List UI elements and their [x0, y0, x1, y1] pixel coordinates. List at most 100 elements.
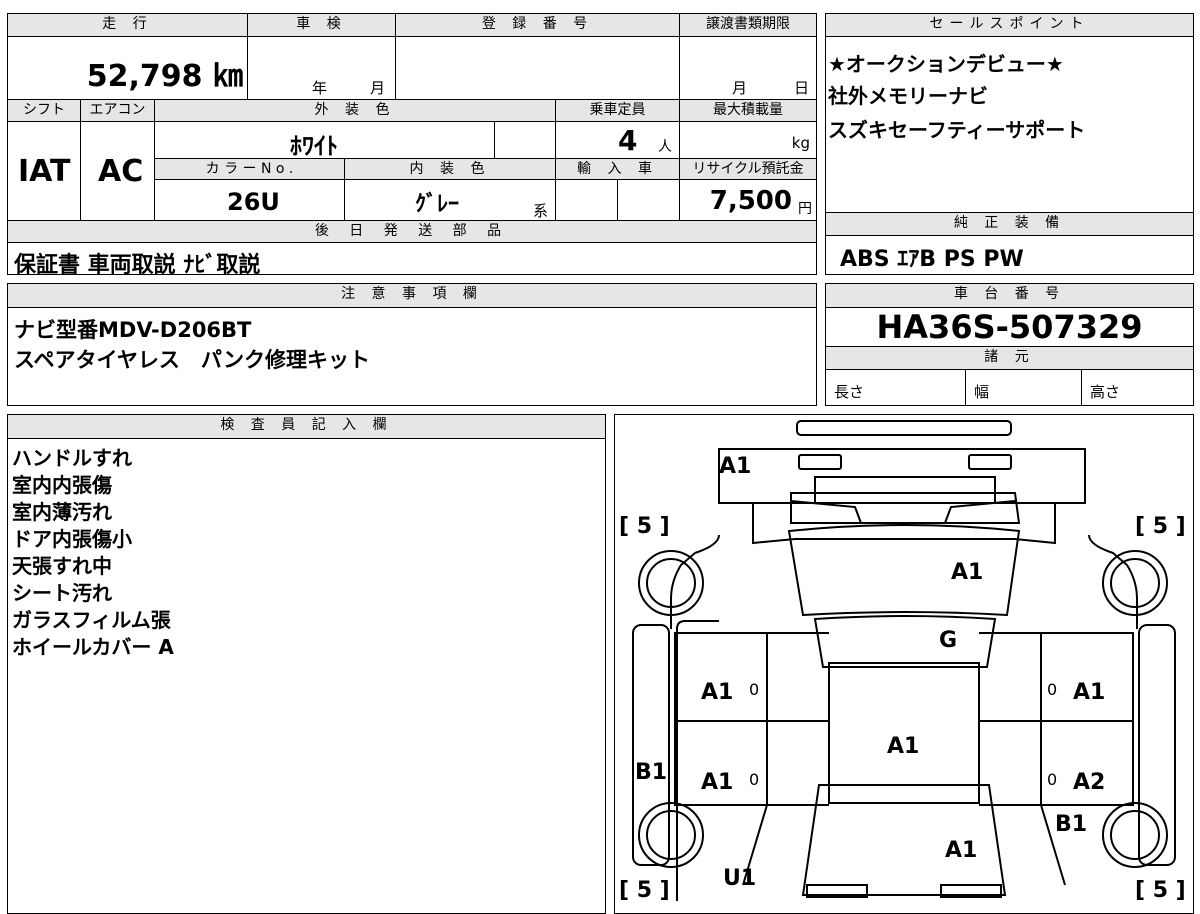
inspector-line-4: ドア内張傷小: [12, 527, 132, 551]
spec-length-label: 長さ: [834, 383, 865, 401]
specs-row: 長さ 幅 高さ: [826, 369, 1193, 406]
chassis-box: 車 台 番 号 HA36S-507329 諸 元 長さ 幅 高さ: [825, 283, 1194, 406]
recycle-unit: 円: [798, 201, 812, 217]
max-load-unit: kg: [791, 134, 810, 152]
mileage-value: 52,798 ㎞: [86, 59, 243, 94]
door-mark-lf: 0: [749, 680, 759, 699]
capacity-cell: 4 人: [555, 121, 680, 159]
mileage-cell: 52,798 ㎞: [7, 36, 248, 100]
tire-fr-label: [ 5 ]: [1135, 514, 1186, 539]
spec-width-label: 幅: [974, 383, 990, 401]
vehicle-info-table: 走 行 車 検 登 録 番 号 譲渡書類期限 52,798 ㎞ 年 月 月 日 …: [7, 13, 817, 278]
inspector-header: 検 査 員 記 入 欄: [8, 415, 605, 439]
aircon-cell: AC: [80, 121, 155, 221]
color-no-header: カ ラ ー N o .: [154, 158, 345, 180]
capacity-header: 乗車定員: [555, 99, 680, 122]
later-parts-cell: 保証書 車両取説 ﾅﾋﾞ取説: [7, 242, 817, 278]
interior-color-cell: ｸﾞﾚｰ 系: [344, 179, 556, 221]
exterior-color-header: 外 装 色: [154, 99, 556, 122]
color-no-cell: 26U: [154, 179, 345, 221]
later-parts-value: 保証書 車両取説 ﾅﾋﾞ取説: [14, 253, 261, 278]
recycle-cell: 7,500 円: [679, 179, 817, 221]
sales-point-3: スズキセーフティーサポート: [828, 118, 1086, 142]
spec-width-cell: 幅: [966, 369, 1082, 406]
specs-header: 諸 元: [826, 346, 1193, 370]
right-front-door-grade: A1: [1073, 680, 1105, 705]
right-rear-fender-grade: B1: [1055, 812, 1087, 837]
inspection-year-unit: 年: [312, 79, 328, 97]
shift-header: シフト: [7, 99, 81, 122]
hood-grade: A1: [951, 560, 983, 585]
car-diagram-box: [ 5 ] [ 5 ] [ 5 ] [ 5 ] A1 A1 G A1 A1 A1…: [614, 414, 1194, 914]
tire-rr-label: [ 5 ]: [1135, 878, 1186, 901]
diagram-right-sill: [1138, 624, 1176, 866]
recycle-header: リサイクル預託金: [679, 158, 817, 180]
diagram-center-body: [828, 662, 980, 804]
inspection-month-unit: 月: [370, 79, 386, 97]
exterior-color-value: ﾎﾜｲﾄ: [290, 132, 338, 160]
notes-line-2: スペアタイヤレス パンク修理キット: [14, 348, 370, 372]
diagram-right-front-door: [1040, 632, 1134, 722]
tire-fl-label: [ 5 ]: [619, 514, 670, 539]
inspector-line-8: ホイールカバー A: [12, 635, 174, 659]
right-rear-door-grade: A2: [1073, 770, 1105, 795]
left-sill-grade: B1: [635, 760, 667, 785]
sales-points-box: セールスポイント ★オークションデビュー★ 社外メモリーナビ スズキセーフティー…: [825, 13, 1194, 213]
exterior-color-cell: ﾎﾜｲﾄ: [154, 121, 495, 160]
notes-box: 注 意 事 項 欄 ナビ型番MDV-D206BT スペアタイヤレス パンク修理キ…: [7, 283, 817, 406]
recycle-value: 7,500: [709, 186, 792, 216]
sales-points-header: セールスポイント: [826, 14, 1193, 37]
chassis-header: 車 台 番 号: [826, 284, 1193, 308]
inspector-box: 検 査 員 記 入 欄 ハンドルすれ 室内内張傷 室内薄汚れ ドア内張傷小 天張…: [7, 414, 606, 914]
left-rear-door-grade: A1: [701, 770, 733, 795]
inspector-line-7: ガラスフィルム張: [12, 608, 171, 632]
genuine-equipment-value: ABS ｴｱB PS PW: [840, 247, 1024, 272]
import-header: 輸 入 車: [555, 158, 680, 180]
shift-value: IAT: [18, 154, 71, 189]
max-load-cell: kg: [679, 121, 817, 159]
import-cell-b: [617, 179, 680, 221]
max-load-header: 最大積載量: [679, 99, 817, 122]
inspector-line-1: ハンドルすれ: [12, 446, 132, 470]
capacity-unit: 人: [658, 139, 672, 155]
mileage-header: 走 行: [7, 13, 248, 37]
rear-hatch-grade: A1: [945, 838, 977, 863]
front-bumper-grade: A1: [719, 454, 751, 479]
interior-color-header: 内 装 色: [344, 158, 556, 180]
inspector-line-6: シート汚れ: [12, 581, 112, 605]
diagram-left-sill: [632, 624, 670, 866]
sales-point-1: ★オークションデビュー★: [828, 52, 1064, 76]
notes-line-1: ナビ型番MDV-D206BT: [14, 318, 252, 342]
diagram-front-bumper: [718, 448, 1086, 504]
inspector-line-5: 天張すれ中: [12, 554, 112, 578]
roof-grade: A1: [887, 734, 919, 759]
later-parts-header: 後 日 発 送 部 品: [7, 220, 817, 243]
diagram-wheel-rl: [638, 802, 704, 868]
registration-header: 登 録 番 号: [395, 13, 680, 37]
interior-color-suffix: 系: [533, 202, 549, 220]
car-diagram: [ 5 ] [ 5 ] [ 5 ] [ 5 ] A1 A1 G A1 A1 A1…: [619, 420, 1186, 901]
diagram-wheel-rr: [1102, 802, 1168, 868]
notes-header: 注 意 事 項 欄: [8, 284, 816, 308]
genuine-equipment-box: 純 正 装 備 ABS ｴｱB PS PW: [825, 212, 1194, 275]
transfer-deadline-header: 譲渡書類期限: [679, 13, 817, 37]
left-front-door-grade: A1: [701, 680, 733, 705]
color-no-value: 26U: [227, 188, 280, 216]
aircon-value: AC: [98, 154, 144, 189]
tire-rl-label: [ 5 ]: [619, 878, 670, 901]
rear-left-grade: U1: [723, 866, 756, 891]
spec-height-label: 高さ: [1090, 383, 1121, 401]
door-mark-lr: 0: [749, 770, 759, 789]
registration-cell: [395, 36, 680, 100]
diagram-headlight-right: [968, 454, 1012, 470]
windshield-grade: G: [939, 628, 957, 653]
spec-height-cell: 高さ: [1082, 369, 1194, 406]
door-mark-rr: 0: [1047, 770, 1057, 789]
interior-color-value: ｸﾞﾚｰ: [415, 192, 460, 217]
chassis-value: HA36S-507329: [876, 308, 1143, 346]
diagram-roof: [813, 615, 997, 668]
capacity-value: 4: [618, 124, 638, 157]
shift-cell: IAT: [7, 121, 81, 221]
sales-point-2: 社外メモリーナビ: [828, 84, 988, 108]
diagram-headlight-left: [798, 454, 842, 470]
